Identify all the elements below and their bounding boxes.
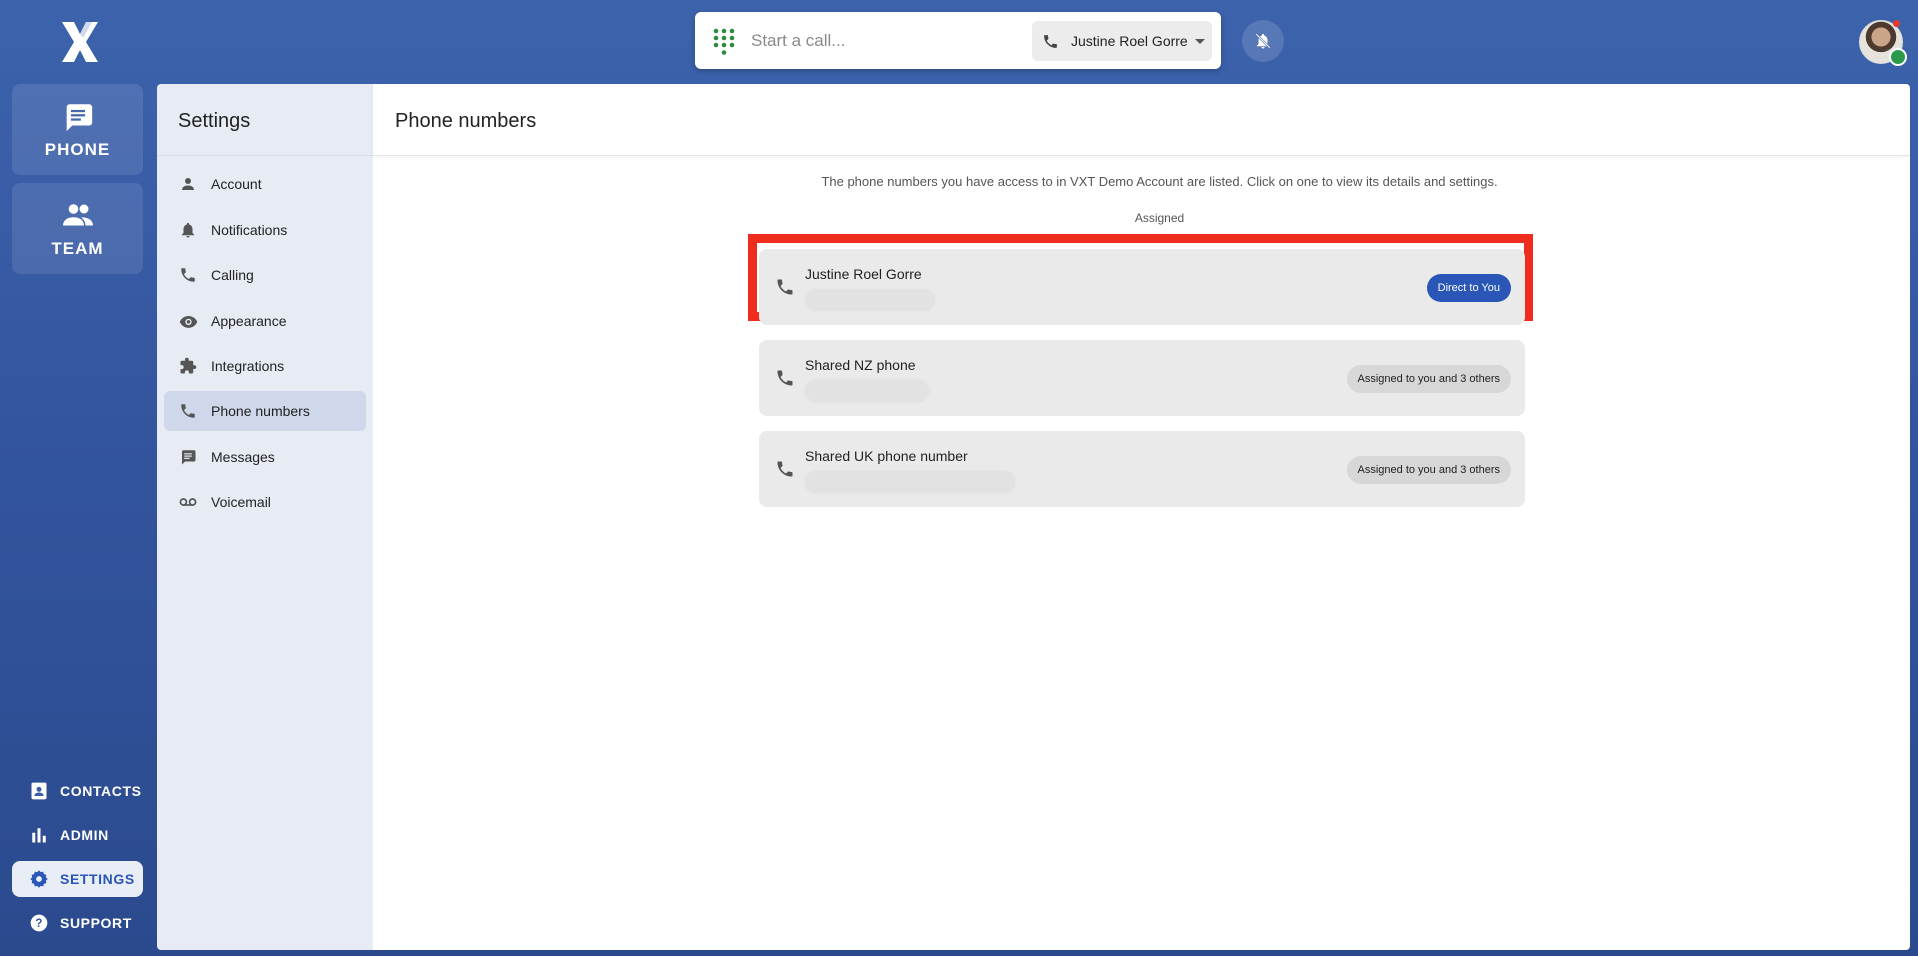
redacted-number (805, 289, 935, 311)
status-badge: Assigned to you and 3 others (1346, 456, 1511, 484)
do-not-disturb-button[interactable] (1242, 20, 1284, 62)
intro-text: The phone numbers you have access to in … (821, 174, 1498, 189)
phone-name: Shared NZ phone (805, 357, 916, 373)
gear-icon (28, 868, 50, 890)
nav-contacts-label: CONTACTS (60, 783, 142, 799)
settings-title: Settings (178, 110, 251, 132)
phone-icon (1042, 33, 1059, 50)
sidebar-item-label: Integrations (211, 358, 285, 374)
rail-phone-label: PHONE (44, 140, 111, 159)
caller-id-select[interactable]: Justine Roel Gorre (1032, 21, 1212, 61)
bell-icon (178, 220, 198, 240)
voicemail-icon (178, 492, 198, 512)
group-label-row: Assigned (373, 211, 1910, 225)
phone-number-card[interactable]: Justine Roel Gorre Direct to You (759, 249, 1525, 325)
rail-team-button[interactable]: TEAM (12, 183, 143, 274)
phone-icon (777, 279, 793, 295)
bar-chart-icon (28, 824, 50, 846)
phone-number-card[interactable]: Shared NZ phone Assigned to you and 3 ot… (759, 340, 1525, 416)
svg-text:?: ? (35, 917, 43, 930)
call-bar: Start a call... Justine Roel Gorre (695, 12, 1221, 69)
bell-off-icon (1255, 33, 1271, 49)
puzzle-icon (178, 356, 198, 376)
phone-icon (178, 401, 198, 421)
sidebar-item-label: Phone numbers (211, 403, 310, 419)
nav-settings-label: SETTINGS (60, 871, 135, 887)
sidebar-item-label: Voicemail (211, 494, 271, 510)
status-online-indicator (1889, 48, 1907, 66)
phone-icon (178, 265, 198, 285)
settings-sidebar: Settings Account Notifications Calling A… (157, 84, 373, 950)
nav-contacts[interactable]: CONTACTS (12, 773, 143, 809)
main-content: Phone numbers The phone numbers you have… (373, 84, 1910, 950)
redacted-number (805, 471, 1015, 493)
status-badge: Direct to You (1426, 274, 1511, 302)
content-header: Phone numbers (373, 84, 1910, 156)
sidebar-item-label: Notifications (211, 222, 288, 238)
dialpad-icon[interactable] (713, 28, 735, 56)
rail-team-label: TEAM (51, 239, 104, 258)
sidebar-item-account[interactable]: Account (164, 164, 366, 204)
redacted-number (805, 380, 929, 402)
nav-support-label: SUPPORT (60, 915, 132, 931)
message-icon (178, 447, 198, 467)
sidebar-item-phone-numbers[interactable]: Phone numbers (164, 391, 366, 431)
message-icon (66, 104, 92, 132)
settings-divider (157, 155, 373, 156)
sidebar-item-label: Messages (211, 449, 275, 465)
help-circle-icon: ? (28, 912, 50, 934)
sidebar-item-integrations[interactable]: Integrations (164, 346, 366, 386)
sidebar-item-calling[interactable]: Calling (164, 255, 366, 295)
page-title: Phone numbers (395, 110, 537, 132)
nav-admin-label: ADMIN (60, 827, 109, 843)
nav-settings[interactable]: SETTINGS (12, 861, 143, 897)
notification-dot (1893, 20, 1900, 27)
contacts-icon (28, 780, 50, 802)
sidebar-item-messages[interactable]: Messages (164, 437, 366, 477)
vxt-logo (62, 22, 98, 62)
sidebar-item-appearance[interactable]: Appearance (164, 301, 366, 341)
intro-text-row: The phone numbers you have access to in … (373, 174, 1910, 189)
person-icon (178, 174, 198, 194)
call-input[interactable]: Start a call... (751, 31, 845, 51)
group-label: Assigned (1134, 211, 1185, 225)
sidebar-item-notifications[interactable]: Notifications (164, 210, 366, 250)
chevron-down-icon (1194, 38, 1205, 44)
people-icon (62, 204, 93, 226)
nav-support[interactable]: ? SUPPORT (12, 905, 143, 941)
sidebar-item-voicemail[interactable]: Voicemail (164, 482, 366, 522)
status-badge: Assigned to you and 3 others (1346, 365, 1511, 393)
phone-icon (777, 370, 793, 386)
phone-name: Shared UK phone number (805, 448, 968, 464)
sidebar-item-label: Appearance (211, 313, 287, 329)
rail-phone-button[interactable]: PHONE (12, 84, 143, 175)
sidebar-item-label: Calling (211, 267, 254, 283)
phone-icon (777, 461, 793, 477)
sidebar-item-label: Account (211, 176, 262, 192)
caller-id-label: Justine Roel Gorre (1071, 33, 1188, 49)
phone-number-card[interactable]: Shared UK phone number Assigned to you a… (759, 431, 1525, 507)
eye-icon (178, 311, 198, 331)
phone-name: Justine Roel Gorre (805, 266, 922, 282)
nav-admin[interactable]: ADMIN (12, 817, 143, 853)
